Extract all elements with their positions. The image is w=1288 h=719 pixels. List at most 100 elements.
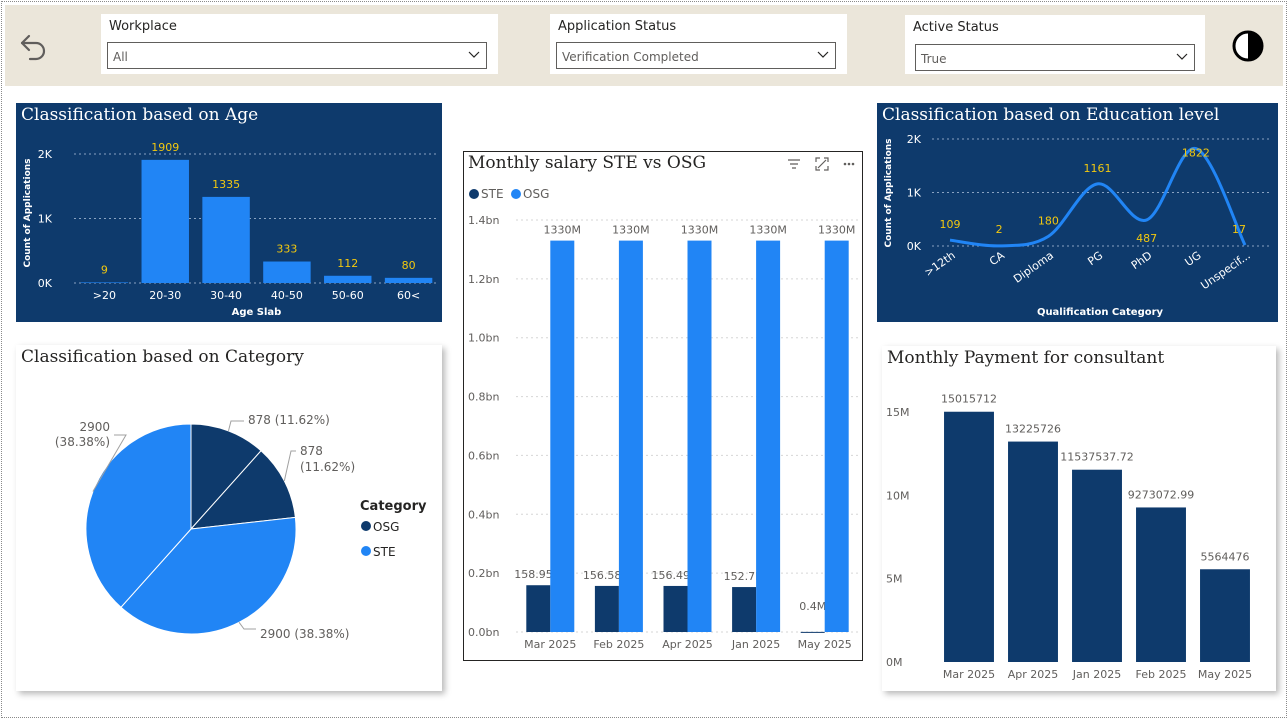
data-label: 11537537.72 xyxy=(1060,451,1133,464)
leader-line xyxy=(238,622,256,630)
chevron-down-icon xyxy=(1176,53,1188,60)
workplace-label: Workplace xyxy=(109,19,177,34)
leader-line xyxy=(227,420,244,432)
salary-bar-ste xyxy=(800,631,825,633)
legend-marker xyxy=(469,189,479,199)
salary-bar-osg xyxy=(618,240,643,632)
x-tick-label: May 2025 xyxy=(1198,668,1252,681)
y-tick-label: 1.4bn xyxy=(468,214,499,227)
x-tick-label: Diploma xyxy=(1011,249,1056,286)
active-status-dropdown[interactable]: True xyxy=(915,44,1195,71)
consultant-bar xyxy=(1072,469,1122,662)
salary-bar-osg xyxy=(756,240,781,632)
x-axis-title: Qualification Category xyxy=(1037,307,1164,318)
data-label: 1161 xyxy=(1084,162,1112,175)
data-label: 1822 xyxy=(1182,147,1210,160)
x-tick-label: CA xyxy=(987,249,1007,269)
y-tick-label: 1K xyxy=(907,187,922,200)
age-bar xyxy=(263,261,311,283)
active-status-slicer: Active Status True xyxy=(905,15,1205,74)
y-tick-label: 2K xyxy=(38,148,53,161)
salary-bar-ste xyxy=(663,585,688,632)
active-status-value: True xyxy=(921,52,947,66)
x-tick-label: 50-60 xyxy=(332,289,364,302)
data-label: 1330M xyxy=(612,224,650,237)
age-bar xyxy=(80,282,129,283)
salary-bar-ste xyxy=(732,587,757,632)
x-tick-label: Unspecif... xyxy=(1198,249,1252,292)
y-tick-label: 15M xyxy=(886,406,910,419)
y-tick-label: 1K xyxy=(38,213,53,226)
data-label: 15015712 xyxy=(941,393,997,406)
y-tick-label: 2K xyxy=(907,133,922,146)
data-label: 1909 xyxy=(151,141,179,154)
data-label: 2 xyxy=(996,223,1003,236)
x-tick-label: Jan 2025 xyxy=(731,638,780,651)
x-tick-label: 20-30 xyxy=(149,289,181,302)
x-tick-label: 40-50 xyxy=(271,289,303,302)
data-label: 1330M xyxy=(681,224,719,237)
workplace-slicer: Workplace All xyxy=(101,14,498,74)
x-tick-label: Feb 2025 xyxy=(1136,668,1187,681)
x-tick-label: 30-40 xyxy=(210,289,242,302)
legend-marker xyxy=(511,189,521,199)
y-tick-label: 0.8bn xyxy=(468,391,499,404)
x-tick-label: UG xyxy=(1183,249,1204,269)
contrast-toggle-icon[interactable] xyxy=(1231,29,1265,63)
y-tick-label: 0.6bn xyxy=(468,449,499,462)
consultant-chart-card: Monthly Payment for consultant 0M 5M 10M 15… xyxy=(882,346,1276,691)
salary-chart-plot: STE OSG 0.0bn 0.2bn 0.4bn 0.6bn 0.8bn 1.0bn 1.2b… xyxy=(468,187,859,651)
data-label: 1330M xyxy=(818,224,856,237)
consultant-bar xyxy=(944,411,994,662)
data-label: 1330M xyxy=(544,224,582,237)
data-label: 9 xyxy=(101,263,108,276)
y-tick-label: 10M xyxy=(886,489,910,502)
data-label: 0.4M xyxy=(799,600,826,613)
data-label: 2900 (38.38%) xyxy=(260,627,349,641)
data-label: 5564476 xyxy=(1201,550,1250,563)
application-status-label: Application Status xyxy=(558,19,677,34)
data-label: 487 xyxy=(1136,232,1157,245)
application-status-value: Verification Completed xyxy=(562,50,699,64)
y-axis-title: Count of Applications xyxy=(23,158,33,267)
application-status-dropdown[interactable]: Verification Completed xyxy=(556,42,836,69)
legend-label: STE xyxy=(373,545,396,559)
data-label: (11.62%) xyxy=(300,460,355,474)
workplace-dropdown[interactable]: All xyxy=(107,42,487,69)
x-tick-label: 60< xyxy=(397,289,420,302)
salary-bar-ste xyxy=(594,585,619,632)
y-tick-label: 0.0bn xyxy=(468,626,499,639)
category-chart-card: Classification based on Category 878 (11… xyxy=(16,345,442,691)
age-bar xyxy=(384,277,433,283)
x-tick-label: PhD xyxy=(1129,249,1155,272)
data-label: 13225726 xyxy=(1005,423,1061,436)
y-axis-title: Count of Applications xyxy=(884,138,894,247)
data-label: 180 xyxy=(1038,214,1059,227)
legend-label: OSG xyxy=(373,520,399,534)
x-tick-label: >20 xyxy=(93,289,116,302)
undo-arrow-icon[interactable] xyxy=(18,30,50,62)
salary-bar-osg xyxy=(687,240,712,632)
chevron-down-icon xyxy=(817,51,829,58)
salary-chart-card: Monthly salary STE vs OSG STE OSG 0.0bn 0.2… xyxy=(463,151,863,661)
legend-marker xyxy=(361,521,371,531)
consultant-chart-plot: 0M 5M 10M 15M 15015712 Mar 2025 13225726 Apr 20… xyxy=(886,393,1252,681)
data-label: 112 xyxy=(337,257,358,270)
y-tick-label: 0.4bn xyxy=(468,508,499,521)
data-label: 333 xyxy=(276,243,297,256)
age-bar xyxy=(324,275,372,283)
age-bar xyxy=(141,159,189,283)
active-status-label: Active Status xyxy=(913,20,999,35)
data-label: 1330M xyxy=(749,224,787,237)
y-tick-label: 0K xyxy=(907,240,922,253)
legend-title: Category xyxy=(360,499,427,514)
data-label: 17 xyxy=(1232,223,1246,236)
data-label: 878 (11.62%) xyxy=(248,413,330,427)
x-tick-label: Feb 2025 xyxy=(593,638,644,651)
x-tick-label: May 2025 xyxy=(798,638,852,651)
consultant-bar xyxy=(1008,441,1058,662)
leader-line xyxy=(283,450,296,482)
application-status-slicer: Application Status Verification Complete… xyxy=(550,14,847,74)
data-label: 1335 xyxy=(212,178,240,191)
consultant-bar xyxy=(1136,507,1186,662)
